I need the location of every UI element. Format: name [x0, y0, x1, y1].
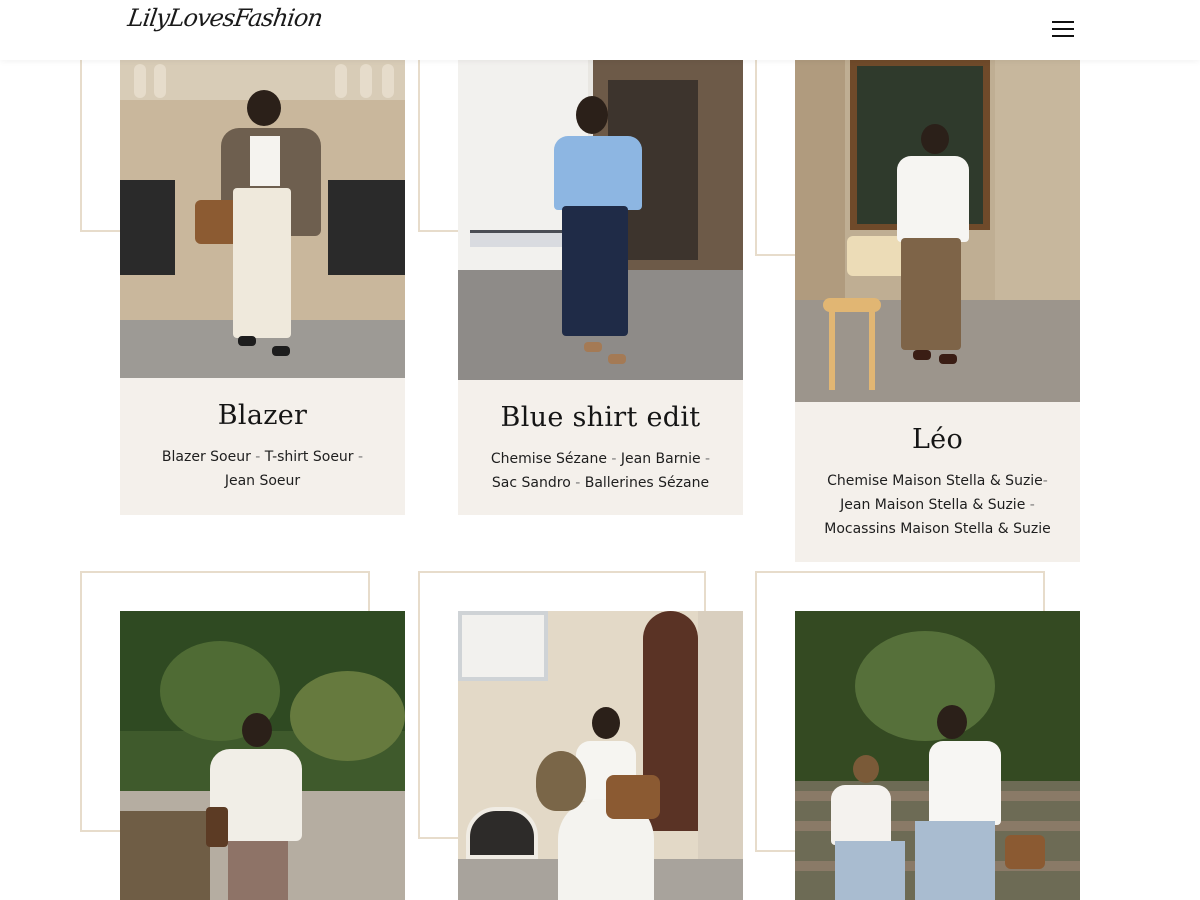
item-link[interactable]: Jean Barnie	[621, 451, 701, 467]
look-card-blue-shirt-edit[interactable]: Blue shirt edit Chemise Sézane - Jean Ba…	[458, 60, 743, 515]
hamburger-menu-icon[interactable]	[1052, 21, 1074, 39]
item-link[interactable]: Chemise Maison Stella & Suzie	[827, 473, 1043, 489]
look-photo[interactable]	[458, 60, 743, 380]
look-card[interactable]	[458, 611, 743, 900]
look-card[interactable]	[120, 611, 405, 900]
site-header: LilyLovesFashion	[0, 0, 1200, 60]
item-link[interactable]: Sac Sandro	[492, 475, 571, 491]
look-card-leo[interactable]: Léo Chemise Maison Stella & Suzie- Jean …	[795, 60, 1080, 562]
item-link[interactable]: Jean Maison Stella & Suzie	[840, 497, 1025, 513]
look-photo[interactable]	[120, 60, 405, 378]
look-photo[interactable]	[795, 611, 1080, 900]
look-caption: Blue shirt edit Chemise Sézane - Jean Ba…	[458, 380, 743, 515]
look-photo[interactable]	[120, 611, 405, 900]
look-title[interactable]: Blazer	[146, 400, 379, 431]
look-photo[interactable]	[458, 611, 743, 900]
look-title[interactable]: Léo	[821, 424, 1054, 455]
item-link[interactable]: Blazer Soeur	[162, 449, 251, 465]
item-link[interactable]: Ballerines Sézane	[585, 475, 709, 491]
look-card-blazer[interactable]: Blazer Blazer Soeur - T-shirt Soeur - Je…	[120, 60, 405, 515]
look-card[interactable]	[795, 611, 1080, 900]
look-caption: Léo Chemise Maison Stella & Suzie- Jean …	[795, 402, 1080, 562]
item-link[interactable]: Mocassins Maison Stella & Suzie	[824, 521, 1051, 537]
site-logo[interactable]: LilyLovesFashion	[126, 4, 324, 32]
look-photo[interactable]	[795, 60, 1080, 402]
item-link[interactable]: Jean Soeur	[225, 473, 300, 489]
item-link[interactable]: T-shirt Soeur	[265, 449, 354, 465]
look-title[interactable]: Blue shirt edit	[484, 402, 717, 433]
look-items: Chemise Sézane - Jean Barnie - Sac Sandr…	[490, 451, 711, 491]
look-items: Chemise Maison Stella & Suzie- Jean Mais…	[824, 473, 1051, 537]
item-link[interactable]: Chemise Sézane	[491, 451, 607, 467]
look-items: Blazer Soeur - T-shirt Soeur - Jean Soeu…	[161, 449, 364, 489]
look-caption: Blazer Blazer Soeur - T-shirt Soeur - Je…	[120, 378, 405, 515]
